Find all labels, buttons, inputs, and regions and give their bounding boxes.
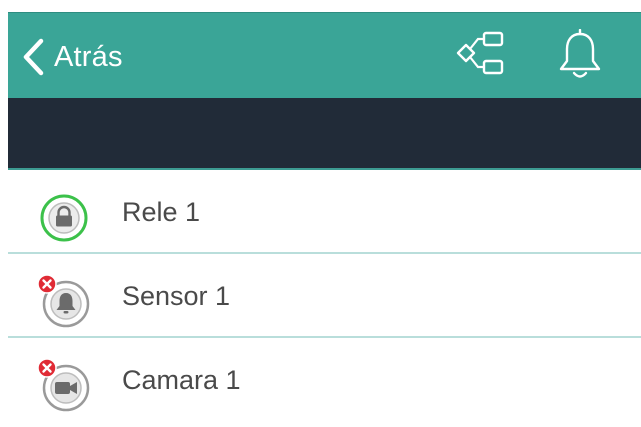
- lock-status-icon: [34, 188, 94, 248]
- device-label: Rele 1: [122, 196, 201, 227]
- bell-status-icon: [34, 272, 94, 332]
- back-button[interactable]: Atrás: [22, 37, 123, 77]
- rules-flow-button[interactable]: [452, 27, 508, 83]
- subheader-bar: [8, 98, 641, 168]
- app-screen: Atrás Rele 1 Sensor 1 Camara 1: [0, 0, 641, 427]
- device-label: Sensor 1: [122, 280, 231, 311]
- device-label: Camara 1: [122, 364, 241, 395]
- navigation-bar: Atrás: [8, 12, 641, 99]
- chevron-left-icon: [22, 38, 44, 76]
- error-badge-icon: [37, 358, 57, 378]
- list-item-rele-1[interactable]: Rele 1: [8, 170, 641, 254]
- error-badge-icon: [37, 274, 57, 294]
- device-list: Rele 1 Sensor 1 Camara 1: [8, 170, 641, 422]
- list-item-sensor-1[interactable]: Sensor 1: [8, 254, 641, 338]
- video-camera-status-icon: [34, 356, 94, 416]
- back-label: Atrás: [54, 40, 123, 73]
- rules-flow-icon: [452, 27, 508, 83]
- list-item-camara-1[interactable]: Camara 1: [8, 338, 641, 422]
- bell-icon: [556, 29, 604, 83]
- notifications-button[interactable]: [556, 29, 604, 83]
